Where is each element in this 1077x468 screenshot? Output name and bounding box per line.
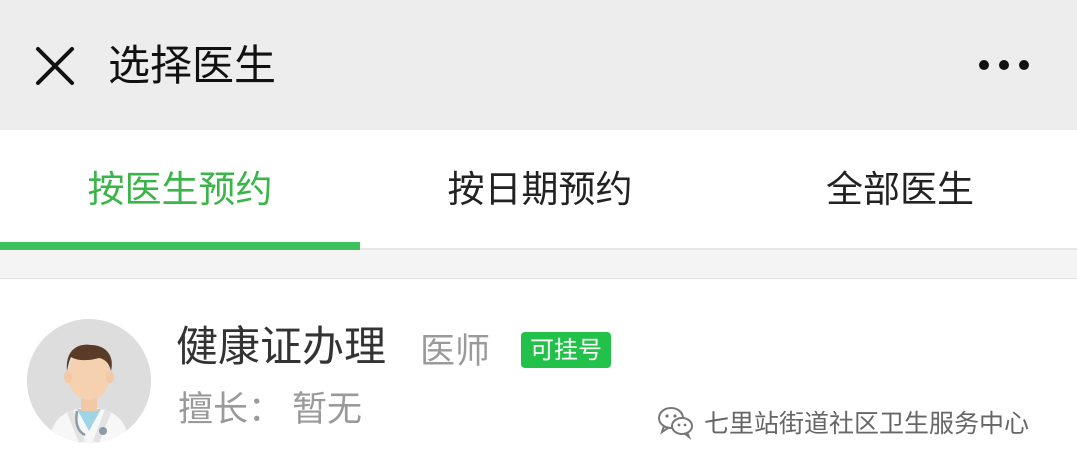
tab-by-date[interactable]: 按日期预约 (360, 160, 720, 220)
active-tab-indicator (0, 242, 360, 250)
tab-all-doctors[interactable]: 全部医生 (720, 160, 1077, 220)
specialty-label: 擅长： (178, 390, 284, 430)
doctor-title: 医师 (420, 332, 491, 372)
source-watermark: 七里站街道社区卫生服务中心 (656, 402, 1029, 442)
tab-by-doctor[interactable]: 按医生预约 (0, 160, 360, 220)
doctor-name: 健康证办理 (176, 322, 387, 371)
close-icon (36, 47, 74, 85)
more-button[interactable] (972, 50, 1036, 80)
available-badge: 可挂号 (521, 332, 611, 368)
doctor-avatar (27, 319, 151, 443)
watermark-text: 七里站街道社区卫生服务中心 (704, 409, 1030, 438)
section-divider (0, 250, 1077, 279)
doctor-avatar-icon (27, 319, 151, 443)
more-dots-icon (979, 60, 1029, 70)
specialty-value: 暂无 (292, 390, 363, 430)
close-button[interactable] (30, 42, 80, 92)
wechat-icon (658, 407, 693, 440)
tab-bar: 按医生预约 按日期预约 全部医生 (0, 130, 1077, 250)
page-title: 选择医生 (108, 41, 277, 90)
header-bar: 选择医生 (0, 0, 1077, 130)
